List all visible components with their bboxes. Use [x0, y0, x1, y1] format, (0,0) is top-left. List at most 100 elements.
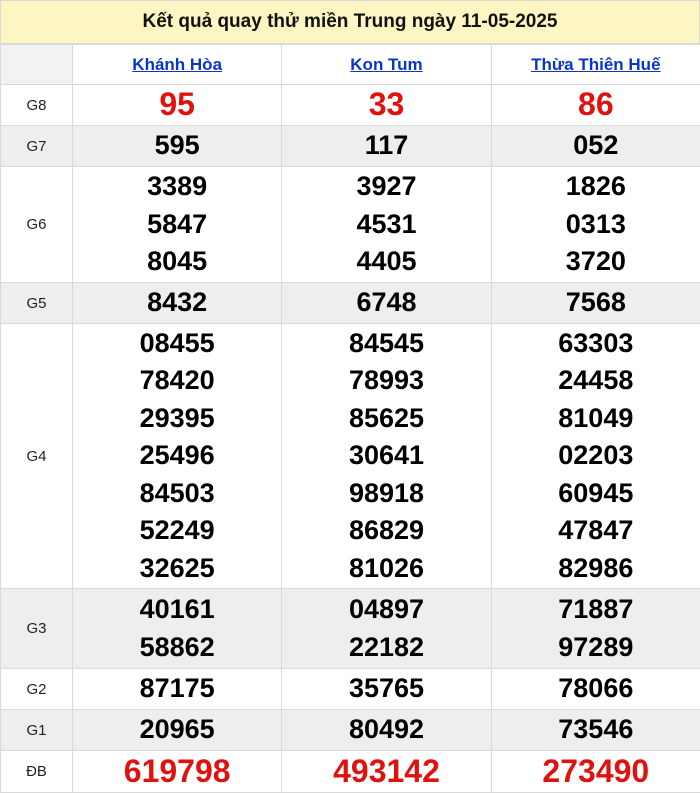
result-cell: 08455 78420 29395 25496 84503 52249 3262… — [71, 323, 283, 589]
result-cell: 73546 — [490, 709, 700, 751]
result-number: 78420 — [139, 365, 215, 396]
prize-row-g3: G3 40161 58862 04897 22182 71887 97289 — [0, 588, 700, 669]
result-number: 4405 — [356, 246, 417, 277]
prize-label: G3 — [0, 588, 73, 669]
result-number: 60945 — [558, 477, 634, 508]
results-table: Khánh Hòa Kon Tum Thừa Thiên Huế G8 95 3… — [0, 44, 700, 793]
result-number: 052 — [573, 130, 619, 161]
result-number: 86 — [578, 86, 614, 123]
result-number: 73546 — [558, 714, 634, 745]
header-corner — [0, 44, 73, 85]
result-number: 08455 — [139, 327, 215, 358]
province-header-kon-tum: Kon Tum — [281, 44, 492, 85]
special-prize-number: 493142 — [333, 752, 440, 789]
province-link-thua-thien-hue[interactable]: Thừa Thiên Huế — [531, 55, 660, 74]
result-cell: 78066 — [490, 668, 700, 710]
result-cell: 052 — [490, 125, 700, 167]
result-number: 0313 — [565, 208, 626, 239]
prize-row-g6: G6 3389 5847 8045 3927 4531 4405 1826 03… — [0, 166, 700, 283]
result-number: 85625 — [348, 402, 425, 433]
result-number: 5847 — [147, 208, 208, 239]
result-cell: 40161 58862 — [71, 588, 283, 669]
result-number: 78066 — [558, 673, 634, 704]
special-prize-number: 619798 — [123, 752, 231, 789]
result-number: 3927 — [356, 171, 417, 202]
result-number: 98918 — [348, 477, 425, 508]
result-cell: 86 — [490, 84, 700, 126]
prize-row-g5: G5 8432 6748 7568 — [0, 282, 700, 324]
result-number: 33 — [368, 86, 405, 123]
result-cell: 117 — [281, 125, 492, 167]
prize-label: G6 — [0, 166, 73, 283]
prize-label: G7 — [0, 125, 73, 167]
prize-row-g7: G7 595 117 052 — [0, 125, 700, 167]
result-number: 3389 — [147, 171, 208, 202]
result-cell: 8432 — [71, 282, 283, 324]
result-number: 117 — [364, 130, 409, 161]
province-header-thua-thien-hue: Thừa Thiên Huế — [490, 44, 700, 85]
result-cell: 595 — [71, 125, 283, 167]
result-cell: 619798 — [71, 750, 283, 793]
result-number: 95 — [159, 86, 195, 123]
province-link-kon-tum[interactable]: Kon Tum — [350, 55, 422, 74]
result-number: 24458 — [558, 365, 634, 396]
prize-label: ĐB — [0, 750, 73, 793]
result-number: 81026 — [348, 552, 425, 583]
result-number: 52249 — [139, 515, 215, 546]
prize-row-g8: G8 95 33 86 — [0, 84, 700, 126]
result-number: 35765 — [348, 673, 425, 704]
result-number: 02203 — [558, 440, 634, 471]
prize-label: G1 — [0, 709, 73, 751]
result-number: 1826 — [565, 171, 626, 202]
result-number: 6748 — [356, 287, 417, 318]
result-number: 97289 — [558, 631, 634, 662]
province-link-khanh-hoa[interactable]: Khánh Hòa — [132, 55, 222, 74]
result-number: 82986 — [558, 552, 634, 583]
result-number: 25496 — [139, 440, 215, 471]
result-number: 4531 — [356, 208, 417, 239]
result-number: 71887 — [558, 594, 634, 624]
result-number: 40161 — [139, 594, 215, 624]
results-panel: Kết quả quay thử miền Trung ngày 11-05-2… — [0, 0, 700, 793]
result-cell: 3927 4531 4405 — [281, 166, 492, 283]
result-number: 58862 — [139, 631, 215, 662]
result-number: 86829 — [348, 515, 425, 546]
result-number: 8432 — [147, 287, 208, 318]
result-number: 32625 — [139, 552, 215, 583]
result-cell: 493142 — [281, 750, 492, 793]
result-cell: 273490 — [490, 750, 700, 793]
result-cell: 3389 5847 8045 — [71, 166, 283, 283]
prize-label: G4 — [0, 323, 73, 589]
result-number: 30641 — [348, 440, 425, 471]
result-number: 78993 — [348, 365, 425, 396]
special-prize-number: 273490 — [542, 752, 650, 789]
result-number: 595 — [154, 130, 200, 161]
header-row: Khánh Hòa Kon Tum Thừa Thiên Huế — [0, 44, 700, 85]
result-cell: 04897 22182 — [281, 588, 492, 669]
result-cell: 71887 97289 — [490, 588, 700, 669]
result-number: 22182 — [348, 631, 425, 662]
prize-label: G2 — [0, 668, 73, 710]
result-number: 8045 — [147, 246, 208, 277]
result-number: 84545 — [348, 327, 425, 358]
result-number: 63303 — [558, 327, 634, 358]
prize-row-g4: G4 08455 78420 29395 25496 84503 52249 3… — [0, 323, 700, 589]
result-cell: 95 — [71, 84, 283, 126]
result-number: 81049 — [558, 402, 634, 433]
result-number: 87175 — [139, 673, 215, 704]
result-cell: 7568 — [490, 282, 700, 324]
result-number: 47847 — [558, 515, 634, 546]
page-title: Kết quả quay thử miền Trung ngày 11-05-2… — [0, 0, 700, 44]
result-number: 04897 — [348, 594, 425, 624]
prize-label: G5 — [0, 282, 73, 324]
result-cell: 35765 — [281, 668, 492, 710]
province-header-khanh-hoa: Khánh Hòa — [71, 44, 283, 85]
result-number: 80492 — [348, 714, 425, 745]
result-cell: 84545 78993 85625 30641 98918 86829 8102… — [281, 323, 492, 589]
result-cell: 6748 — [281, 282, 492, 324]
result-cell: 80492 — [281, 709, 492, 751]
result-number: 7568 — [565, 287, 626, 318]
prize-row-g1: G1 20965 80492 73546 — [0, 709, 700, 751]
prize-label: G8 — [0, 84, 73, 126]
result-cell: 20965 — [71, 709, 283, 751]
